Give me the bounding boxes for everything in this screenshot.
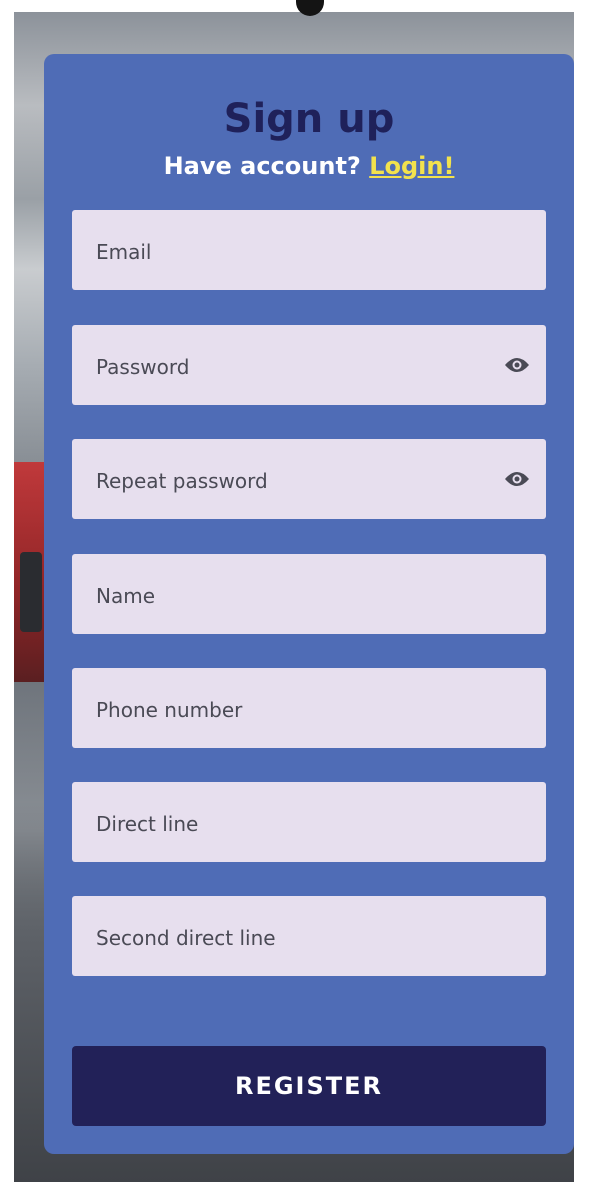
- email-field[interactable]: Email: [72, 210, 546, 290]
- email-placeholder: Email: [96, 240, 152, 264]
- direct-line-field[interactable]: Direct line: [72, 782, 546, 862]
- login-link[interactable]: Login!: [369, 152, 454, 180]
- direct-line-placeholder: Direct line: [96, 812, 199, 836]
- phone-number-field[interactable]: Phone number: [72, 668, 546, 748]
- password-placeholder: Password: [96, 355, 190, 379]
- eye-icon[interactable]: [504, 469, 530, 489]
- second-direct-line-field[interactable]: Second direct line: [72, 896, 546, 976]
- have-account-text: Have account? Login!: [44, 152, 574, 180]
- signup-card: Sign up Have account? Login! Email Passw…: [44, 54, 574, 1154]
- register-button[interactable]: REGISTER: [72, 1046, 546, 1126]
- background-truck-window: [20, 552, 42, 632]
- repeat-password-placeholder: Repeat password: [96, 469, 268, 493]
- have-account-label: Have account?: [163, 152, 370, 180]
- repeat-password-field[interactable]: Repeat password: [72, 439, 546, 519]
- name-field[interactable]: Name: [72, 554, 546, 634]
- phone-number-placeholder: Phone number: [96, 698, 243, 722]
- eye-icon[interactable]: [504, 355, 530, 375]
- name-placeholder: Name: [96, 584, 156, 608]
- page-title: Sign up: [223, 96, 395, 142]
- second-direct-line-placeholder: Second direct line: [96, 926, 276, 950]
- password-field[interactable]: Password: [72, 325, 546, 405]
